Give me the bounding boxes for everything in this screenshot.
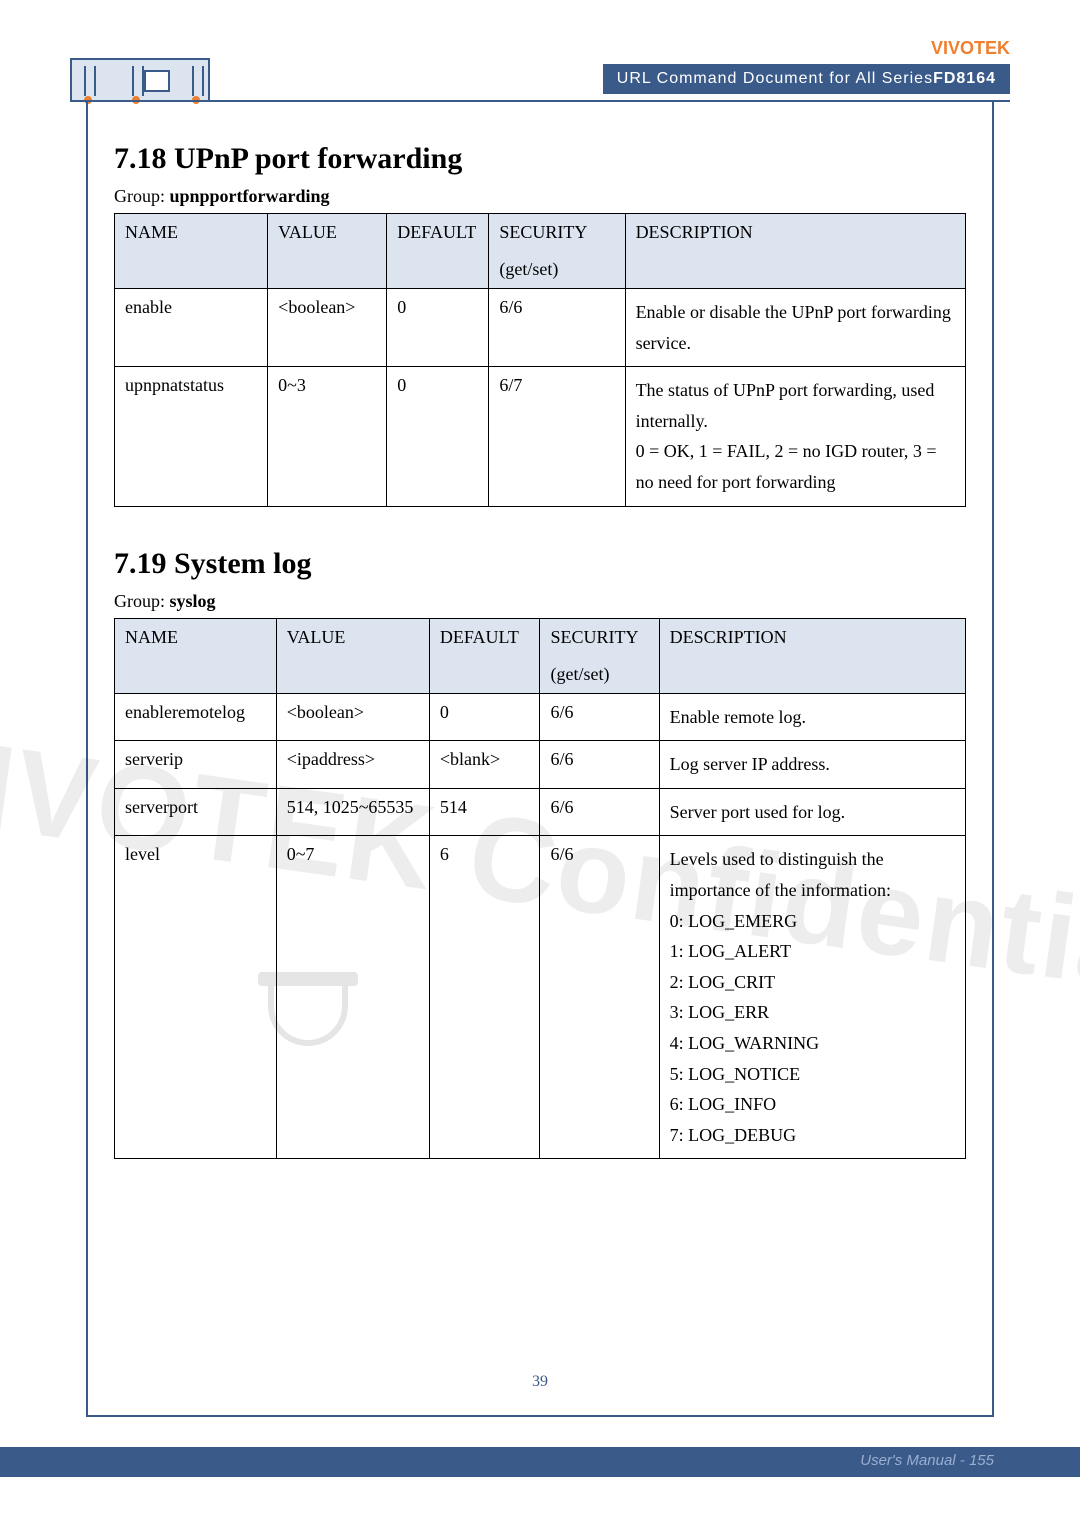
table-row: enable <boolean> 0 6/6 Enable or disable…: [115, 289, 966, 367]
cell-value: <ipaddress>: [276, 741, 429, 789]
cell-description: Levels used to distinguish the importanc…: [659, 836, 965, 1159]
upnp-table: NAME VALUE DEFAULT SECURITY DESCRIPTION …: [114, 213, 966, 507]
cell-default: 6: [429, 836, 540, 1159]
cell-name: enableremotelog: [115, 693, 277, 741]
col-security-sub: (get/set): [489, 251, 625, 289]
cell-name: serverport: [115, 788, 277, 836]
col-default: DEFAULT: [387, 214, 489, 289]
group-prefix: Group:: [114, 591, 170, 611]
header: VIVOTEK URL Command Document for All Ser…: [0, 30, 1080, 100]
col-security-sub: (get/set): [540, 656, 659, 694]
cell-security: 6/6: [540, 741, 659, 789]
header-model: FD8164: [933, 70, 996, 87]
inner-page-number: 39: [532, 1373, 548, 1391]
cell-value: 0~7: [276, 836, 429, 1159]
table-row: upnpnatstatus 0~3 0 6/7 The status of UP…: [115, 367, 966, 506]
col-value: VALUE: [268, 214, 387, 289]
cell-default: 0: [387, 367, 489, 506]
col-security: SECURITY: [540, 618, 659, 656]
cell-description: Log server IP address.: [659, 741, 965, 789]
table-row: serverip <ipaddress> <blank> 6/6 Log ser…: [115, 741, 966, 789]
cell-description: Enable remote log.: [659, 693, 965, 741]
cell-security: 6/6: [540, 788, 659, 836]
cell-name: upnpnatstatus: [115, 367, 268, 506]
group-label-upnp: Group: upnpportforwarding: [114, 186, 966, 207]
section-title-syslog: 7.19 System log: [114, 547, 966, 581]
table-header-row: NAME VALUE DEFAULT SECURITY DESCRIPTION: [115, 618, 966, 656]
col-name: NAME: [115, 214, 268, 289]
table-row: enableremotelog <boolean> 0 6/6 Enable r…: [115, 693, 966, 741]
col-name: NAME: [115, 618, 277, 693]
syslog-table: NAME VALUE DEFAULT SECURITY DESCRIPTION …: [114, 618, 966, 1160]
cell-security: 6/6: [489, 289, 625, 367]
cell-security: 6/6: [540, 836, 659, 1159]
cell-description: The status of UPnP port forwarding, used…: [625, 367, 965, 506]
col-default: DEFAULT: [429, 618, 540, 693]
table-header-row: NAME VALUE DEFAULT SECURITY DESCRIPTION: [115, 214, 966, 252]
cell-value: 514, 1025~65535: [276, 788, 429, 836]
cell-default: 0: [387, 289, 489, 367]
cell-value: 0~3: [268, 367, 387, 506]
group-name: upnpportforwarding: [170, 186, 330, 206]
footer-manual-page: User's Manual - 155: [860, 1452, 994, 1469]
cell-description: Server port used for log.: [659, 788, 965, 836]
content-frame: VIVOTEK Confidential 7.18 UPnP port forw…: [86, 100, 994, 1417]
col-value: VALUE: [276, 618, 429, 693]
col-description: DESCRIPTION: [625, 214, 965, 289]
brand-label: VIVOTEK: [931, 38, 1010, 59]
cell-default: <blank>: [429, 741, 540, 789]
group-label-syslog: Group: syslog: [114, 591, 966, 612]
group-prefix: Group:: [114, 186, 170, 206]
cell-value: <boolean>: [268, 289, 387, 367]
cell-name: enable: [115, 289, 268, 367]
cell-default: 514: [429, 788, 540, 836]
cell-name: serverip: [115, 741, 277, 789]
cell-description: Enable or disable the UPnP port forwardi…: [625, 289, 965, 367]
logo-icon: [70, 58, 210, 102]
table-row: serverport 514, 1025~65535 514 6/6 Serve…: [115, 788, 966, 836]
header-subtitle-text: URL Command Document for All Series: [617, 70, 933, 87]
header-subtitle: URL Command Document for All SeriesFD816…: [603, 64, 1010, 94]
cell-security: 6/6: [540, 693, 659, 741]
table-row: level 0~7 6 6/6 Levels used to distingui…: [115, 836, 966, 1159]
col-security: SECURITY: [489, 214, 625, 252]
section-title-upnp: 7.18 UPnP port forwarding: [114, 142, 966, 176]
cell-value: <boolean>: [276, 693, 429, 741]
col-description: DESCRIPTION: [659, 618, 965, 693]
cell-default: 0: [429, 693, 540, 741]
cell-name: level: [115, 836, 277, 1159]
group-name: syslog: [170, 591, 216, 611]
page: VIVOTEK URL Command Document for All Ser…: [0, 0, 1080, 1527]
cell-security: 6/7: [489, 367, 625, 506]
